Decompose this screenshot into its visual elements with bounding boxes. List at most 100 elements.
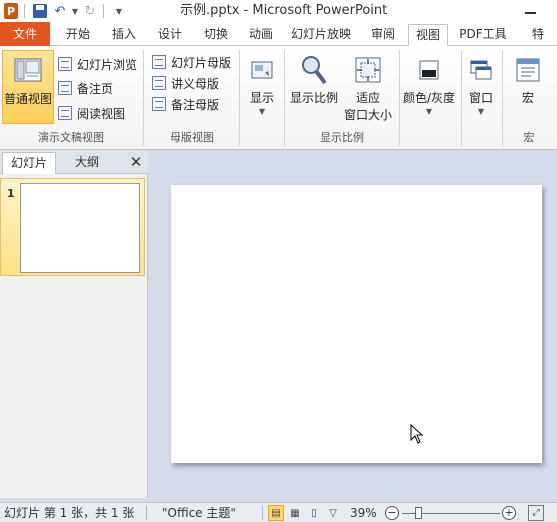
group-separator [143, 50, 144, 146]
customize-quick-access-icon[interactable]: ▼ [110, 2, 128, 20]
slide-sorter-status-icon[interactable]: ▦ [287, 505, 303, 521]
zoom-level[interactable]: 39% [350, 504, 377, 522]
tab-view[interactable]: 视图 [408, 24, 448, 46]
ribbon-view: 普通视图 幻灯片浏览 备注页 阅读视图 演示文稿视图 幻灯片母版 讲义母版 备注… [0, 46, 557, 150]
reading-view-icon [58, 106, 72, 120]
title-bar: P ↶ ▼ ↻ ▼ 示例.pptx - Microsoft PowerPoint [0, 0, 557, 22]
status-bar: 幻灯片 第 1 张，共 1 张 "Office 主题" ▤ ▦ ▯ ▽ 39% … [0, 502, 557, 522]
tab-special[interactable]: 特 [518, 24, 557, 46]
minimize-button[interactable] [510, 0, 550, 22]
close-pane-icon[interactable]: ✕ [126, 152, 146, 172]
group-label-presentation-views: 演示文稿视图 [38, 131, 104, 144]
window-title: 示例.pptx - Microsoft PowerPoint [180, 3, 388, 18]
slide-master-button[interactable]: 幻灯片母版 [152, 52, 231, 72]
magnifier-icon [298, 54, 330, 86]
handout-master-icon [152, 76, 166, 90]
slide-canvas[interactable] [171, 185, 542, 463]
zoom-button[interactable]: 显示比例 [288, 50, 340, 124]
slide-show-status-icon[interactable]: ▽ [325, 505, 341, 521]
tab-review[interactable]: 审阅 [363, 24, 403, 46]
window-dropdown-icon: ▼ [477, 107, 485, 116]
slide-number: 1 [7, 187, 15, 200]
fit-to-window-label-line1: 适应 [355, 91, 380, 105]
mouse-cursor-icon [410, 424, 424, 444]
macros-label: 宏 [521, 91, 534, 105]
slide-editing-area [152, 150, 557, 498]
fit-to-window-button[interactable]: 适应 窗口大小 [342, 50, 394, 124]
tab-outline[interactable]: 大纲 [60, 152, 114, 174]
quick-access-separator [24, 4, 25, 18]
notes-page-button[interactable]: 备注页 [58, 78, 113, 98]
notes-page-label: 备注页 [77, 81, 114, 96]
show-label: 显示 [249, 91, 274, 105]
group-label-macros: 宏 [523, 131, 535, 144]
handout-master-label: 讲义母版 [171, 76, 220, 91]
color-grayscale-dropdown-icon: ▼ [425, 107, 433, 116]
slide-master-icon [152, 55, 166, 69]
group-label-master-views: 母版视图 [170, 131, 214, 144]
color-grayscale-label: 颜色/灰度 [402, 91, 456, 105]
window-button[interactable]: 窗口 ▼ [463, 50, 499, 124]
show-dropdown-icon: ▼ [258, 107, 266, 116]
normal-view-status-icon[interactable]: ▤ [268, 505, 284, 521]
normal-view-label: 普通视图 [3, 92, 52, 106]
color-grayscale-button[interactable]: 颜色/灰度 ▼ [400, 50, 458, 124]
window-label: 窗口 [468, 91, 493, 105]
fit-to-window-label-line2: 窗口大小 [343, 108, 392, 122]
group-separator [284, 50, 285, 146]
normal-view-button[interactable]: 普通视图 [2, 50, 54, 124]
slides-pane: 幻灯片 大纲 ✕ 1 [0, 150, 148, 498]
group-separator [502, 50, 503, 146]
slide-master-label: 幻灯片母版 [171, 55, 232, 70]
macros-button[interactable]: 宏 [508, 50, 548, 124]
undo-dropdown-icon[interactable]: ▼ [71, 2, 79, 20]
powerpoint-app-icon[interactable]: P [2, 2, 20, 20]
tab-animations[interactable]: 动画 [241, 24, 281, 46]
show-icon [246, 54, 278, 86]
tab-file[interactable]: 文件 [0, 22, 50, 46]
undo-icon[interactable]: ↶ [51, 2, 69, 20]
slide-thumbnail[interactable] [20, 183, 140, 273]
window-icon [465, 54, 497, 86]
zoom-slider-thumb[interactable] [414, 507, 422, 519]
tab-transitions[interactable]: 切换 [196, 24, 236, 46]
ribbon-tab-bar: 文件 开始 插入 设计 切换 动画 幻灯片放映 审阅 视图 PDF工具 特 [0, 22, 557, 46]
redo-icon[interactable]: ↻ [81, 2, 99, 20]
tab-insert[interactable]: 插入 [104, 24, 144, 46]
tab-slide-show[interactable]: 幻灯片放映 [286, 24, 356, 46]
reading-view-status-icon[interactable]: ▯ [306, 505, 322, 521]
reading-view-button[interactable]: 阅读视图 [58, 103, 125, 123]
notes-master-label: 备注母版 [171, 97, 220, 112]
handout-master-button[interactable]: 讲义母版 [152, 73, 219, 93]
fit-slide-to-window-icon[interactable]: ⤢ [528, 505, 544, 521]
tab-slides[interactable]: 幻灯片 [2, 152, 56, 174]
status-separator [262, 506, 263, 520]
color-grayscale-icon [413, 54, 445, 86]
pane-tabs: 幻灯片 大纲 ✕ [0, 150, 148, 174]
zoom-in-icon[interactable]: + [502, 506, 516, 520]
slide-sorter-button[interactable]: 幻灯片浏览 [58, 54, 137, 74]
reading-view-label: 阅读视图 [77, 106, 126, 121]
notes-page-icon [58, 81, 72, 95]
macros-icon [512, 54, 544, 86]
tab-home[interactable]: 开始 [58, 24, 98, 46]
group-separator [239, 50, 240, 146]
quick-access-separator-2 [103, 4, 104, 18]
app-logo-letter: P [4, 3, 18, 19]
slide-sorter-icon [58, 57, 72, 71]
zoom-out-icon[interactable]: − [385, 506, 399, 520]
save-icon[interactable] [31, 2, 49, 20]
group-label-zoom: 显示比例 [320, 131, 364, 144]
fit-to-window-icon [352, 54, 384, 86]
group-separator [461, 50, 462, 146]
slide-thumbnail-row[interactable]: 1 [0, 178, 145, 276]
show-button[interactable]: 显示 ▼ [244, 50, 280, 124]
notes-master-button[interactable]: 备注母版 [152, 94, 219, 114]
tab-pdf-tools[interactable]: PDF工具 [455, 24, 511, 46]
notes-master-icon [152, 97, 166, 111]
tab-design[interactable]: 设计 [150, 24, 190, 46]
status-separator [146, 506, 147, 520]
slide-count-status: 幻灯片 第 1 张，共 1 张 [4, 506, 135, 520]
minimize-icon [524, 12, 536, 14]
zoom-label: 显示比例 [289, 91, 338, 105]
